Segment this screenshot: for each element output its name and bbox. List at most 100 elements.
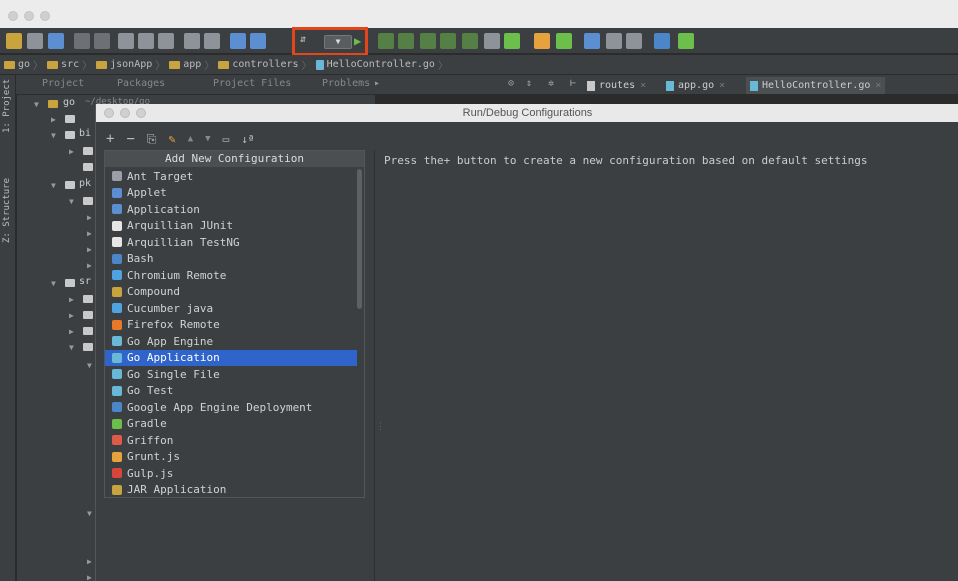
open-icon[interactable] — [6, 33, 22, 49]
expand-arrow-icon[interactable]: ▶ — [69, 327, 74, 336]
dialog-minimize-button[interactable] — [120, 108, 130, 118]
expand-arrow-icon[interactable]: ▼ — [69, 197, 74, 206]
expand-arrow-icon[interactable]: ▶ — [69, 295, 74, 304]
configuration-type-item[interactable]: Gulp.js — [105, 465, 357, 482]
minimize-window-button[interactable] — [24, 11, 34, 21]
attach-icon[interactable] — [440, 33, 456, 49]
locate-icon[interactable]: ⊙ — [508, 78, 514, 89]
copy-icon[interactable] — [138, 33, 154, 49]
configuration-type-item[interactable]: Go Test — [105, 383, 357, 400]
tree-folder-label[interactable]: bi — [79, 128, 91, 139]
configuration-type-item[interactable]: Arquillian JUnit — [105, 218, 357, 235]
expand-arrow-icon[interactable]: ▼ — [34, 100, 39, 109]
redo-icon[interactable] — [94, 33, 110, 49]
tab-project-files[interactable]: Project Files — [213, 78, 291, 89]
dialog-close-button[interactable] — [104, 108, 114, 118]
coverage-icon[interactable] — [398, 33, 414, 49]
configuration-type-item[interactable]: Go Application — [105, 349, 357, 366]
expand-arrow-icon[interactable]: ▼ — [87, 509, 92, 518]
configuration-type-item[interactable]: Gradle — [105, 416, 357, 433]
configuration-type-item[interactable]: JAR Application — [105, 482, 357, 499]
configuration-type-item[interactable]: Ant Target — [105, 168, 357, 185]
expand-arrow-icon[interactable]: ▼ — [51, 279, 56, 288]
close-icon[interactable]: × — [719, 80, 725, 91]
configuration-type-item[interactable]: Chromium Remote — [105, 267, 357, 284]
breadcrumb-item-src[interactable]: src 〉 — [47, 57, 92, 72]
configuration-type-item[interactable]: Bash — [105, 251, 357, 268]
configuration-type-item[interactable]: Go Single File — [105, 366, 357, 383]
stop-icon[interactable] — [484, 33, 500, 49]
settings-icon[interactable] — [534, 33, 550, 49]
profile-icon[interactable] — [420, 33, 436, 49]
splitter-handle[interactable]: ⋮ — [376, 422, 385, 432]
hide-icon[interactable]: ⊢ — [570, 78, 576, 89]
help-icon[interactable] — [654, 33, 670, 49]
back-icon[interactable] — [230, 33, 246, 49]
run-icon[interactable]: ▶ — [354, 34, 361, 48]
configuration-type-item[interactable]: Arquillian TestNG — [105, 234, 357, 251]
replace-icon[interactable] — [204, 33, 220, 49]
close-window-button[interactable] — [8, 11, 18, 21]
collapse-icon[interactable]: ⇕ — [526, 78, 532, 89]
terminal-icon[interactable] — [678, 33, 694, 49]
tab-project[interactable]: Project — [42, 78, 84, 89]
expand-arrow-icon[interactable]: ▶ — [87, 573, 92, 581]
close-icon[interactable]: × — [875, 80, 881, 91]
breadcrumb-item-app[interactable]: app 〉 — [169, 57, 214, 72]
structure-tool-button[interactable]: Z: Structure — [2, 178, 12, 243]
expand-arrow-icon[interactable]: ▼ — [51, 131, 56, 140]
find-icon[interactable] — [184, 33, 200, 49]
save-icon[interactable] — [27, 33, 43, 49]
edit-defaults-icon[interactable]: ✎ — [168, 132, 175, 146]
configuration-type-item[interactable]: Cucumber java — [105, 300, 357, 317]
sdk-manager-icon[interactable] — [584, 33, 600, 49]
tree-folder-label[interactable]: pk — [79, 178, 91, 189]
expand-arrow-icon[interactable]: ▼ — [87, 361, 92, 370]
cut-icon[interactable] — [118, 33, 134, 49]
tab-packages[interactable]: Packages — [117, 78, 165, 89]
gear-icon[interactable]: ✲ — [548, 78, 554, 89]
breadcrumb-item-hellocontroller[interactable]: HelloController.go 〉 — [315, 57, 448, 72]
zoom-window-button[interactable] — [40, 11, 50, 21]
close-icon[interactable]: × — [640, 80, 646, 91]
tab-problems[interactable]: Problems — [322, 78, 370, 89]
paste-icon[interactable] — [158, 33, 174, 49]
dialog-zoom-button[interactable] — [136, 108, 146, 118]
move-up-icon[interactable]: ▲ — [188, 134, 193, 144]
configuration-type-item[interactable]: Grunt.js — [105, 449, 357, 466]
editor-tab-hellocontroller[interactable]: HelloController.go × — [746, 77, 886, 94]
debug-icon[interactable] — [378, 33, 394, 49]
copy-icon[interactable]: ⎘ — [147, 132, 157, 147]
add-icon[interactable]: + — [106, 131, 114, 147]
expand-arrow-icon[interactable]: ▼ — [69, 343, 74, 352]
remove-icon[interactable]: − — [126, 131, 134, 147]
sort-icon[interactable]: ↓ª — [241, 133, 254, 146]
expand-arrow-icon[interactable]: ▶ — [87, 213, 92, 222]
vcs-icon[interactable] — [504, 33, 520, 49]
expand-arrow-icon[interactable]: ▶ — [87, 245, 92, 254]
configuration-type-item[interactable]: Go App Engine — [105, 333, 357, 350]
popup-scrollbar[interactable] — [357, 169, 362, 309]
expand-arrow-icon[interactable]: ▶ — [87, 261, 92, 270]
breadcrumb-item-controllers[interactable]: controllers 〉 — [218, 57, 312, 72]
configuration-type-item[interactable]: Compound — [105, 284, 357, 301]
build-icon[interactable] — [462, 33, 478, 49]
move-down-icon[interactable]: ▼ — [205, 134, 210, 144]
android-icon[interactable] — [626, 33, 642, 49]
expand-arrow-icon[interactable]: ▶ — [69, 147, 74, 156]
sync-icon[interactable] — [48, 33, 64, 49]
project-structure-icon[interactable] — [556, 33, 572, 49]
editor-tab-routes[interactable]: routes × — [587, 77, 646, 94]
expand-arrow-icon[interactable]: ▶ — [69, 311, 74, 320]
chevron-down-icon[interactable]: ▼ — [324, 35, 352, 49]
editor-tab-app-go[interactable]: app.go × — [666, 77, 725, 94]
avd-manager-icon[interactable] — [606, 33, 622, 49]
configuration-type-item[interactable]: Application — [105, 201, 357, 218]
configuration-type-item[interactable]: Firefox Remote — [105, 317, 357, 334]
configuration-type-item[interactable]: Griffon — [105, 432, 357, 449]
expand-arrow-icon[interactable]: ▶ — [87, 229, 92, 238]
project-tool-button[interactable]: 1: Project — [2, 79, 12, 133]
expand-arrow-icon[interactable]: ▼ — [51, 181, 56, 190]
run-configuration-selector[interactable]: ⇵ ▼ — [300, 33, 356, 50]
folder-icon[interactable]: ▭ — [223, 133, 230, 146]
